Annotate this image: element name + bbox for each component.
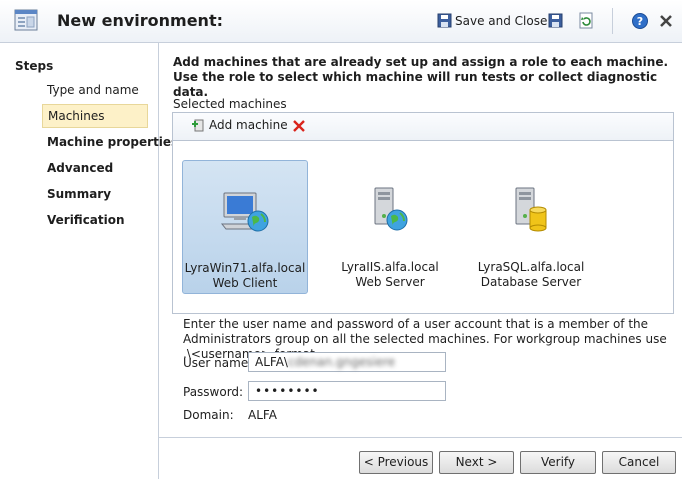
next-button[interactable]: Next > xyxy=(439,451,514,474)
footer-separator xyxy=(159,437,682,438)
previous-button[interactable]: < Previous xyxy=(359,451,433,474)
step-machine-properties[interactable]: Machine properties xyxy=(47,135,178,149)
password-field[interactable]: •••••••• xyxy=(248,381,446,401)
machines-toolbar: Add machine xyxy=(173,113,673,141)
machine-tile-lyrasql[interactable]: LyraSQL.alfa.local Database Server xyxy=(469,160,595,294)
database-server-icon xyxy=(515,187,547,232)
password-label: Password: xyxy=(183,385,244,399)
save-and-close-button[interactable]: Save and Close xyxy=(437,12,547,30)
machine-tile-lyraiis[interactable]: LyraIIS.alfa.local Web Server xyxy=(328,160,454,294)
intro-text: Add machines that are already set up and… xyxy=(173,55,669,99)
selected-machines-panel: Add machine LyraWin71.alfa.local Web Cli… xyxy=(172,112,674,314)
help-icon[interactable]: ? xyxy=(631,12,649,30)
user-name-domain-prefix: ALFA\ xyxy=(255,355,288,369)
svg-text:?: ? xyxy=(637,15,643,28)
refresh-icon[interactable] xyxy=(577,12,595,30)
save-icon[interactable] xyxy=(547,12,565,30)
environment-icon xyxy=(14,9,38,31)
steps-title: Steps xyxy=(15,59,54,73)
domain-label: Domain: xyxy=(183,408,234,422)
add-machine-label: Add machine xyxy=(209,118,288,132)
domain-value: ALFA xyxy=(248,408,277,422)
step-type-and-name[interactable]: Type and name xyxy=(47,83,139,97)
verify-button[interactable]: Verify xyxy=(520,451,596,474)
machine-name: LyraWin71.alfa.local xyxy=(184,261,306,275)
user-name-label: User name: xyxy=(183,356,253,370)
user-name-blurred: cdenan.gngesiere xyxy=(287,355,396,369)
add-machine-icon xyxy=(192,119,204,132)
step-summary[interactable]: Summary xyxy=(47,187,111,201)
selected-machines-label: Selected machines xyxy=(173,97,287,111)
step-advanced[interactable]: Advanced xyxy=(47,161,113,175)
machine-tile-lyrawin71[interactable]: LyraWin71.alfa.local Web Client xyxy=(182,160,308,294)
machine-role: Database Server xyxy=(480,275,582,289)
page-title: New environment: xyxy=(57,11,223,30)
cancel-button[interactable]: Cancel xyxy=(602,451,676,474)
client-computer-icon xyxy=(220,192,269,232)
machine-name: LyraSQL.alfa.local xyxy=(477,260,585,274)
header-bar: New environment: Save and Close ? xyxy=(0,0,682,43)
close-icon[interactable] xyxy=(657,12,675,30)
add-machine-button[interactable]: Add machine xyxy=(192,118,288,132)
step-verification[interactable]: Verification xyxy=(47,213,125,227)
remove-machine-icon[interactable] xyxy=(292,119,306,133)
machine-name: LyraIIS.alfa.local xyxy=(341,260,439,274)
toolbar-separator xyxy=(612,8,613,34)
save-close-icon xyxy=(437,13,452,28)
step-machines[interactable]: Machines xyxy=(42,104,148,128)
web-server-icon xyxy=(374,187,408,231)
save-and-close-label: Save and Close xyxy=(455,14,548,28)
user-name-field[interactable]: ALFA\cdenan.gngesiere xyxy=(248,352,446,372)
machines-list: LyraWin71.alfa.local Web Client LyraIIS.… xyxy=(173,141,673,313)
machine-role: Web Client xyxy=(212,276,278,290)
machine-role: Web Server xyxy=(355,275,425,289)
